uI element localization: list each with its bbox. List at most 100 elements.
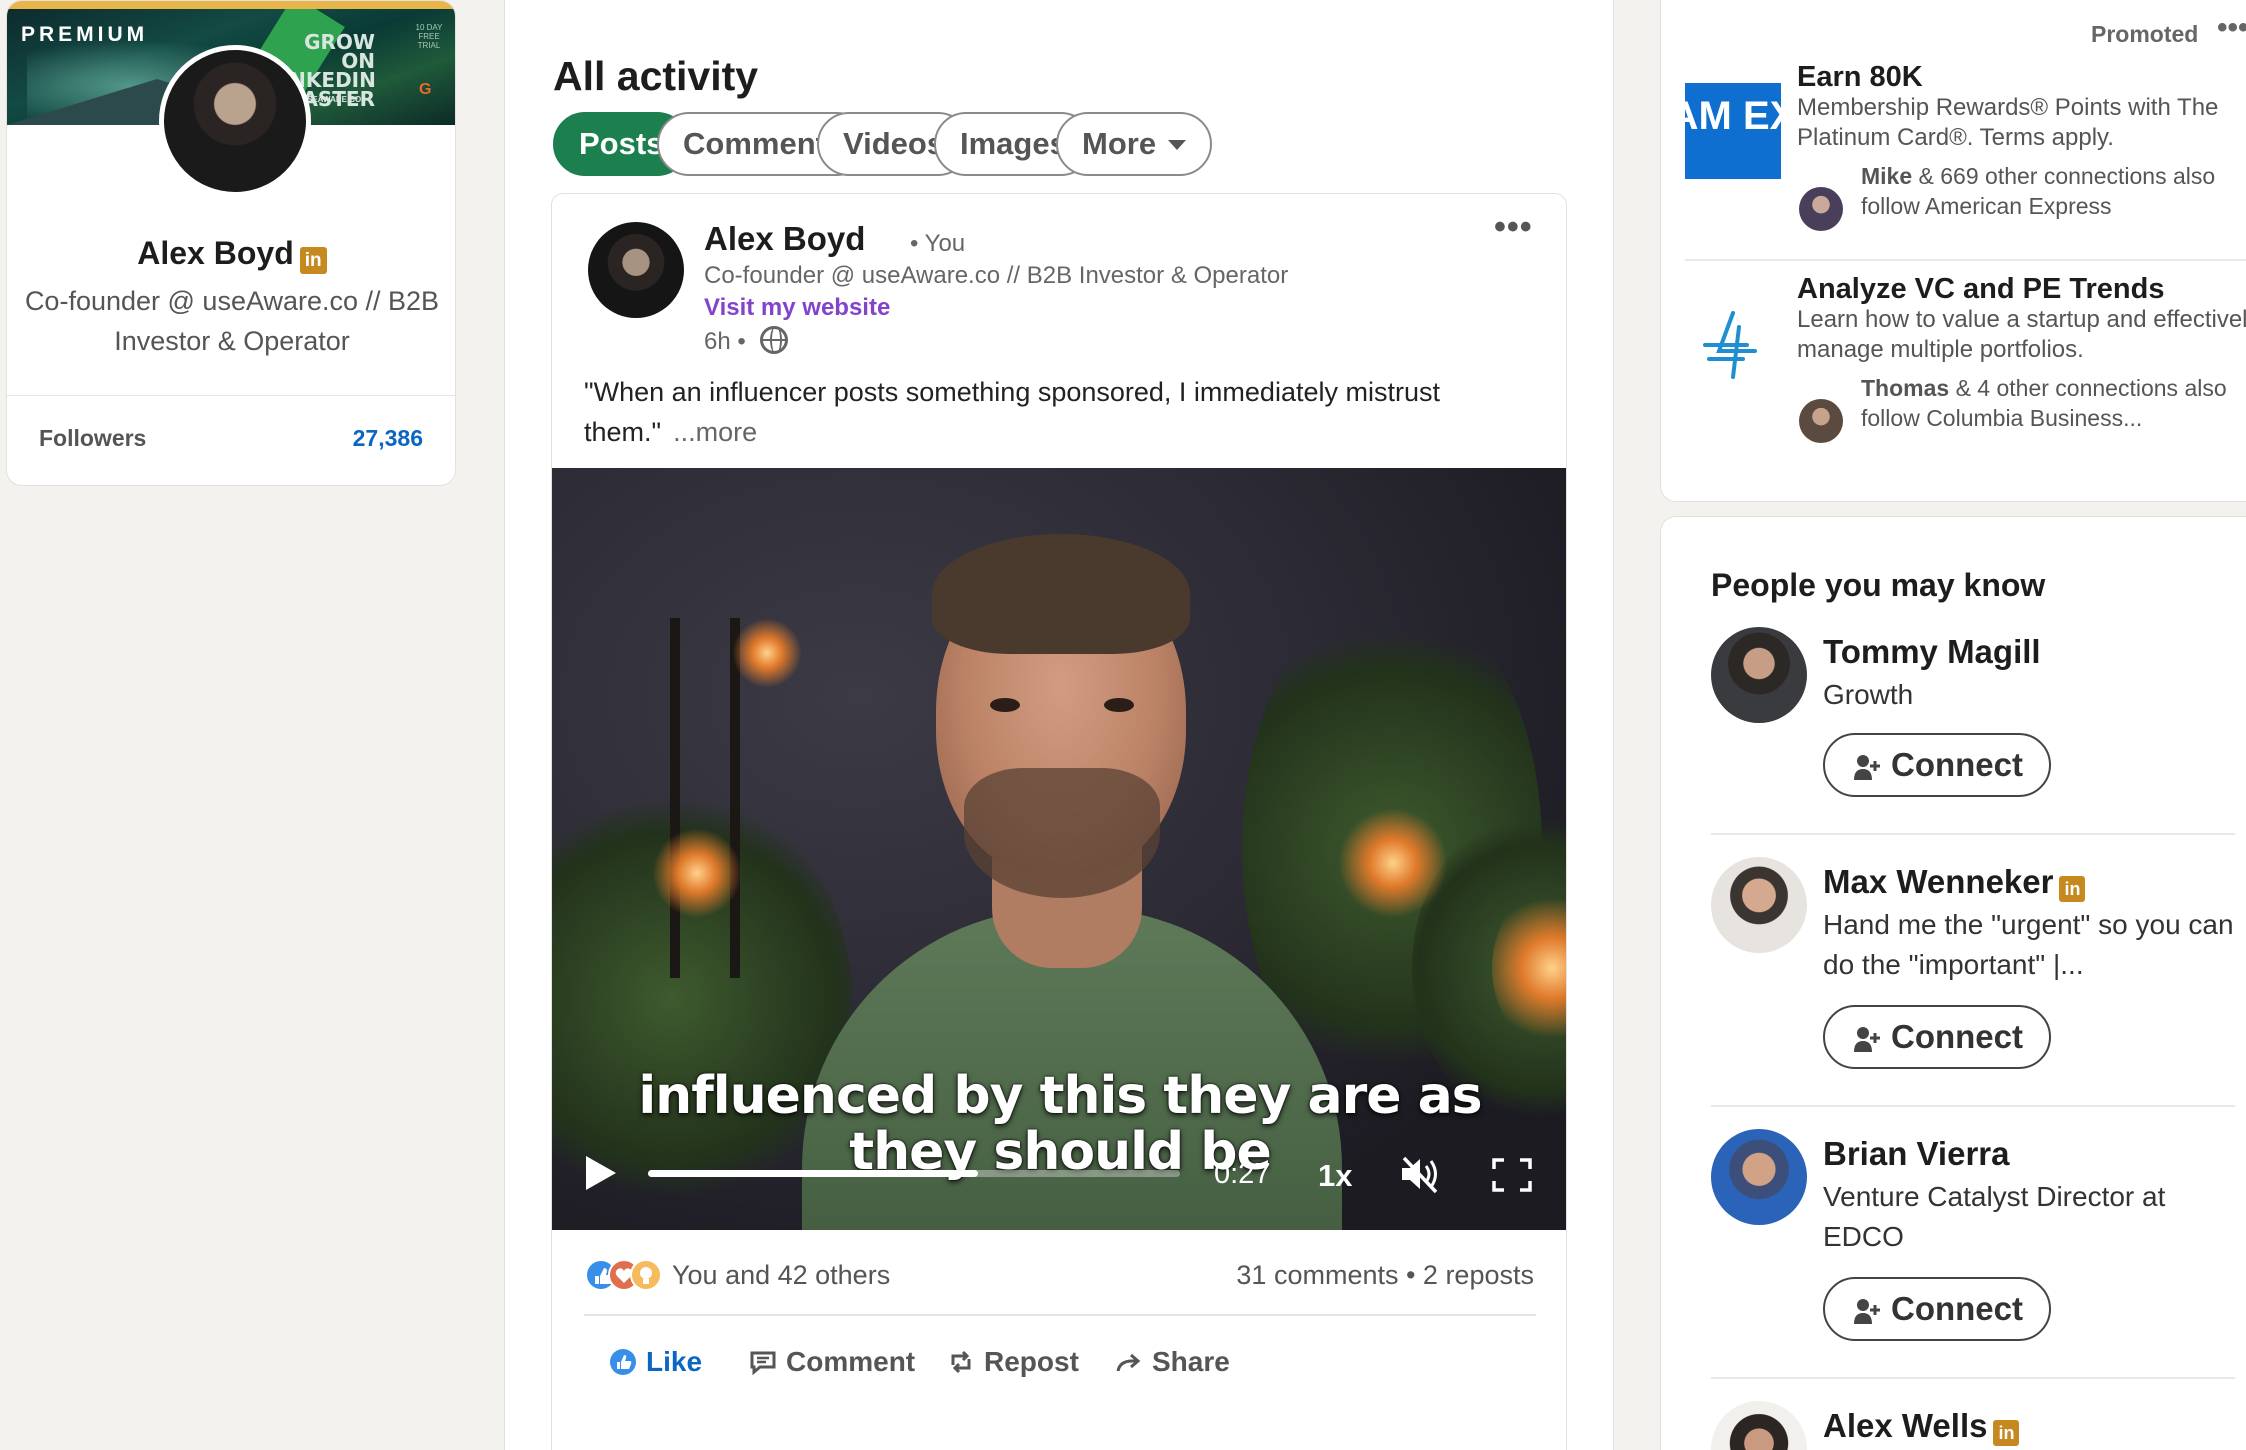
connect-button[interactable]: Connect [1823,1005,2051,1069]
repost-icon [951,1350,971,1374]
video-time: 0:27 [1214,1158,1271,1190]
post-author-name[interactable]: Alex Boyd [704,220,865,258]
linkedin-premium-icon: in [2059,876,2086,902]
see-more-link[interactable]: ...more [673,417,757,447]
divider [584,1314,1536,1316]
profile-headline: Co-founder @ useAware.co // B2B Investor… [24,286,440,356]
person-name[interactable]: Brian Vierra [1823,1135,2010,1173]
divider [1711,1377,2235,1379]
subtitle-line: influenced by this they are as [638,1066,1482,1126]
connect-button[interactable]: Connect [1823,733,2051,797]
filter-more-label: More [1082,126,1157,161]
profile-card: PREMIUM GROW ON LINKEDIN FASTER SEAWARE.… [6,0,456,486]
person-name[interactable]: Alex Wells [1823,1407,1987,1444]
connection-avatar [1799,187,1843,231]
post: Alex Boyd • You Co-founder @ useAware.co… [551,193,1567,1450]
globe-icon [760,326,788,354]
person-headline: Hand me the "urgent" so you can do the "… [1823,909,2234,980]
connection-avatar [1799,399,1843,443]
reactions-icon[interactable] [584,1258,664,1292]
divider [1711,1105,2235,1107]
post-author-tag: • You [910,230,966,257]
playback-speed-button[interactable]: 1x [1318,1158,1352,1194]
profile-name[interactable]: Alex Boyd in [7,235,455,274]
share-button[interactable]: Share [1114,1342,1230,1382]
people-you-may-know-card: People you may know Tommy Magill Growth … [1660,516,2246,1450]
repost-label: Repost [984,1346,1079,1377]
promoted-label: Promoted [2091,21,2199,47]
amex-logo-icon[interactable]: AM EX [1685,83,1781,179]
banner-site: SEAWARE.CO [307,95,362,104]
profile-name-text[interactable]: Alex Boyd [137,235,293,271]
comments-reposts-count[interactable]: 31 comments • 2 reposts [1236,1260,1534,1291]
fullscreen-icon[interactable] [1492,1158,1532,1192]
ad-title[interactable]: Analyze VC and PE Trends [1797,273,2164,306]
g2-badge-icon: G [419,81,432,98]
add-person-icon [1854,1299,1880,1324]
person-avatar[interactable] [1711,627,1807,723]
connect-label: Connect [1891,1290,2023,1327]
like-icon [610,1349,636,1375]
connection-name: Thomas [1861,375,1950,401]
like-label: Like [646,1346,703,1377]
share-icon [1116,1353,1141,1372]
post-text: "When an influencer posts something spon… [584,372,1544,452]
filter-more[interactable]: More [1056,112,1213,176]
divider [1711,833,2235,835]
person-headline: Growth [1823,679,1914,710]
comment-icon [750,1351,776,1376]
ad-title[interactable]: Earn 80K [1797,61,1923,94]
person-avatar[interactable] [1711,857,1807,953]
person-name[interactable]: Max Wenneker [1823,863,2053,900]
premium-label: PREMIUM [21,23,149,46]
person-name[interactable]: Tommy Magill [1823,633,2041,671]
add-person-icon [1854,1027,1880,1052]
connection-text: & 669 other connections also follow Amer… [1861,163,2216,219]
ad-description: Learn how to value a startup and effecti… [1797,306,2246,363]
promoted-card: Promoted ••• AM EX Earn 80K Membership R… [1660,0,2246,502]
video-progress-bar[interactable] [648,1170,1180,1177]
person-headline: Venture Catalyst Director at EDCO [1823,1181,2166,1252]
connection-name: Mike [1861,163,1913,189]
share-label: Share [1152,1346,1230,1377]
ad-social-proof: Thomas & 4 other connections also follow… [1861,373,2246,433]
mute-icon[interactable] [1398,1154,1442,1194]
like-button[interactable]: Like [608,1342,702,1382]
comment-button[interactable]: Comment [748,1342,915,1382]
linkedin-premium-icon: in [299,247,327,274]
person-name-row[interactable]: Max Wenneker in [1823,863,2086,902]
banner-trial-badge: 10 DAY FREE TRIAL [415,23,443,50]
repost-button[interactable]: Repost [946,1342,1079,1382]
post-author-headline: Co-founder @ useAware.co // B2B Investor… [704,262,1289,289]
connect-button[interactable]: Connect [1823,1277,2051,1341]
visit-website-link[interactable]: Visit my website [704,294,890,322]
caret-down-icon [1168,140,1187,150]
play-icon[interactable] [586,1156,616,1190]
post-menu-button[interactable]: ••• [1494,208,1533,247]
page-title: All activity [553,53,759,99]
linkedin-premium-icon: in [1993,1420,2020,1446]
followers-count[interactable]: 27,386 [353,425,423,452]
post-video[interactable]: influenced by this they are as they shou… [552,468,1566,1230]
video-progress-fill [648,1170,978,1177]
reactions-summary[interactable]: You and 42 others [672,1260,890,1291]
promoted-menu-button[interactable]: ••• [2217,11,2246,45]
divider [7,395,455,396]
ad-description: Membership Rewards® Points with The Plat… [1797,94,2219,151]
pymk-title: People you may know [1711,567,2046,603]
svg-text:AM EX: AM EX [1685,94,1781,138]
ad-social-proof: Mike & 669 other connections also follow… [1861,161,2246,221]
person-avatar[interactable] [1711,1401,1807,1450]
add-person-icon [1854,755,1880,780]
comment-label: Comment [786,1346,916,1377]
person-avatar[interactable] [1711,1129,1807,1225]
columbia-business-logo-icon[interactable] [1685,297,1781,393]
activity-card: All activity Posts Comments Videos Image… [504,0,1614,1450]
divider [1685,259,2246,261]
person-name-row[interactable]: Alex Wells in [1823,1407,2020,1446]
post-timestamp: 6h • [704,328,746,355]
post-author-avatar[interactable] [588,222,684,318]
profile-avatar[interactable] [159,45,311,197]
followers-label[interactable]: Followers [39,425,146,452]
connect-label: Connect [1891,746,2023,783]
